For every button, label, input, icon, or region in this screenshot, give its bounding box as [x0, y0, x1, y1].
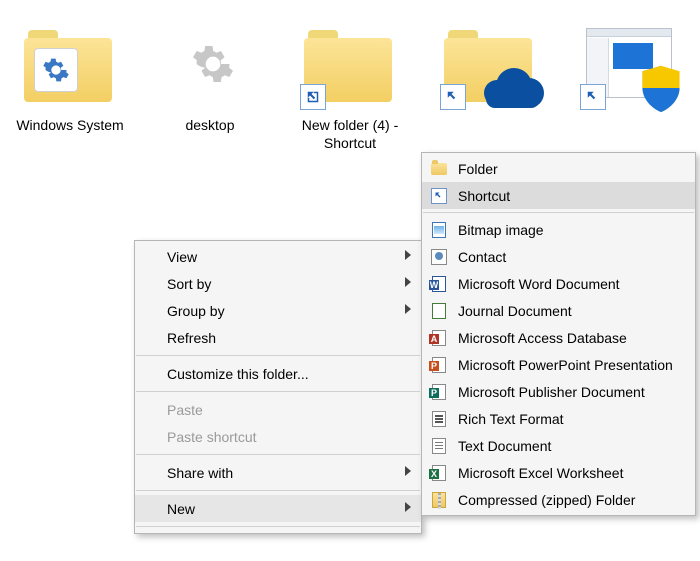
- chevron-right-icon: [405, 466, 411, 476]
- menu-label: Microsoft Excel Worksheet: [458, 465, 623, 481]
- menu-label: Share with: [167, 465, 233, 481]
- new-journal-document[interactable]: Journal Document: [422, 297, 695, 324]
- desktop-item-label: New folder (4) - Shortcut: [285, 116, 415, 152]
- menu-label: Folder: [458, 161, 498, 177]
- menu-separator: [423, 212, 694, 213]
- menu-label: Microsoft Publisher Document: [458, 384, 645, 400]
- new-text-document[interactable]: Text Document: [422, 432, 695, 459]
- access-icon: [430, 329, 448, 347]
- shortcut-overlay-icon: [440, 84, 466, 110]
- new-submenu: Folder Shortcut Bitmap image Contact Mic…: [421, 152, 696, 516]
- menu-label: Text Document: [458, 438, 551, 454]
- text-icon: [430, 437, 448, 455]
- excel-icon: [430, 464, 448, 482]
- context-menu-sort-by[interactable]: Sort by: [135, 270, 421, 297]
- new-compressed-folder[interactable]: Compressed (zipped) Folder: [422, 486, 695, 513]
- chevron-right-icon: [405, 250, 411, 260]
- publisher-icon: [430, 383, 448, 401]
- context-menu: View Sort by Group by Refresh Customize …: [134, 240, 422, 534]
- journal-icon: [430, 302, 448, 320]
- new-folder[interactable]: Folder: [422, 155, 695, 182]
- new-word-document[interactable]: Microsoft Word Document: [422, 270, 695, 297]
- folder-icon: [20, 10, 120, 110]
- settings-shortcut-icon: [580, 10, 680, 110]
- desktop-item-new-folder-shortcut[interactable]: New folder (4) - Shortcut: [285, 10, 415, 152]
- menu-label: Rich Text Format: [458, 411, 564, 427]
- word-icon: [430, 275, 448, 293]
- new-rich-text-format[interactable]: Rich Text Format: [422, 405, 695, 432]
- context-menu-customize-folder[interactable]: Customize this folder...: [135, 360, 421, 387]
- folder-shortcut-icon: [300, 10, 400, 110]
- chevron-right-icon: [405, 277, 411, 287]
- gear-icon: [34, 48, 78, 92]
- folder-icon: [430, 160, 448, 178]
- menu-label: Customize this folder...: [167, 366, 309, 382]
- context-menu-group-by[interactable]: Group by: [135, 297, 421, 324]
- shortcut-overlay-icon: [580, 84, 606, 110]
- new-bitmap-image[interactable]: Bitmap image: [422, 216, 695, 243]
- menu-label: View: [167, 249, 197, 265]
- folder-cloud-icon: [440, 10, 540, 110]
- powerpoint-icon: [430, 356, 448, 374]
- context-menu-paste-shortcut: Paste shortcut: [135, 423, 421, 450]
- menu-separator: [136, 526, 420, 527]
- menu-label: Bitmap image: [458, 222, 544, 238]
- menu-label: Shortcut: [458, 188, 510, 204]
- rtf-icon: [430, 410, 448, 428]
- zip-icon: [430, 491, 448, 509]
- cloud-icon: [482, 66, 546, 112]
- desktop-item-label: desktop: [145, 116, 275, 134]
- menu-label: Microsoft Word Document: [458, 276, 620, 292]
- context-menu-refresh[interactable]: Refresh: [135, 324, 421, 351]
- menu-label: Microsoft Access Database: [458, 330, 627, 346]
- menu-label: Paste shortcut: [167, 429, 257, 445]
- context-menu-paste: Paste: [135, 396, 421, 423]
- new-excel-worksheet[interactable]: Microsoft Excel Worksheet: [422, 459, 695, 486]
- menu-label: Refresh: [167, 330, 216, 346]
- new-access-database[interactable]: Microsoft Access Database: [422, 324, 695, 351]
- desktop-area: Windows System desktop New folder (4) - …: [0, 10, 695, 152]
- shield-icon: [638, 62, 684, 114]
- desktop-item-label: Windows System: [5, 116, 135, 134]
- new-contact[interactable]: Contact: [422, 243, 695, 270]
- menu-separator: [136, 454, 420, 455]
- contact-icon: [430, 248, 448, 266]
- menu-separator: [136, 355, 420, 356]
- menu-separator: [136, 490, 420, 491]
- bitmap-icon: [430, 221, 448, 239]
- context-menu-share-with[interactable]: Share with: [135, 459, 421, 486]
- menu-label: Paste: [167, 402, 203, 418]
- menu-label: Group by: [167, 303, 225, 319]
- menu-label: Compressed (zipped) Folder: [458, 492, 635, 508]
- new-powerpoint-presentation[interactable]: Microsoft PowerPoint Presentation: [422, 351, 695, 378]
- chevron-right-icon: [405, 304, 411, 314]
- menu-label: Contact: [458, 249, 506, 265]
- menu-label: New: [167, 501, 195, 517]
- gear-icon: [182, 28, 238, 98]
- chevron-right-icon: [405, 502, 411, 512]
- menu-separator: [136, 391, 420, 392]
- shortcut-overlay-icon: [300, 84, 326, 110]
- menu-label: Sort by: [167, 276, 211, 292]
- menu-label: Journal Document: [458, 303, 572, 319]
- menu-label: Microsoft PowerPoint Presentation: [458, 357, 673, 373]
- desktop-item-onedrive[interactable]: [425, 10, 555, 152]
- context-menu-view[interactable]: View: [135, 243, 421, 270]
- new-shortcut[interactable]: Shortcut: [422, 182, 695, 209]
- new-publisher-document[interactable]: Microsoft Publisher Document: [422, 378, 695, 405]
- desktop-item-windows-system[interactable]: Windows System: [5, 10, 135, 152]
- desktop-item-optional-features[interactable]: [565, 10, 695, 152]
- context-menu-new[interactable]: New: [135, 495, 421, 522]
- file-icon: [160, 10, 260, 110]
- shortcut-icon: [430, 187, 448, 205]
- desktop-item-desktop-ini[interactable]: desktop: [145, 10, 275, 152]
